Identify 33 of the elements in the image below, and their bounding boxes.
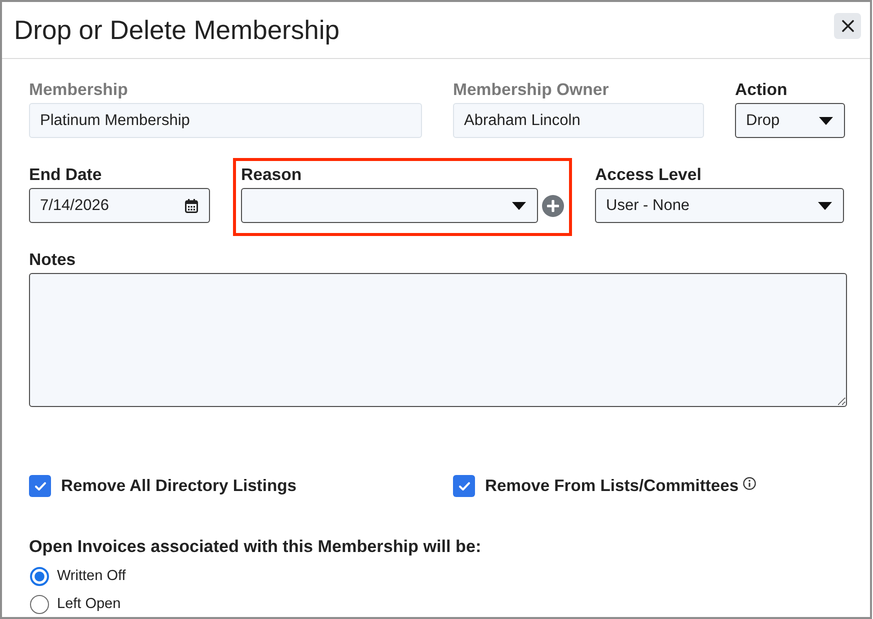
field-label: Action [735, 80, 788, 100]
checkbox[interactable] [453, 475, 475, 497]
field-label: Membership [29, 80, 128, 100]
info-icon[interactable] [742, 477, 756, 490]
dialog-title: Drop or Delete Membership [14, 15, 340, 45]
dropdown-field[interactable]: Drop [735, 103, 845, 138]
check-icon [458, 482, 470, 490]
check-icon [34, 482, 46, 490]
radio-label: Written Off [57, 568, 126, 584]
field-label: Membership Owner [453, 80, 609, 100]
caret-icon [512, 202, 526, 210]
date-field[interactable]: 7/14/2026 [29, 188, 210, 223]
checkbox[interactable] [29, 475, 51, 497]
field-label: Notes [29, 250, 76, 270]
field-label: Reason [241, 165, 302, 185]
close-icon [842, 20, 854, 32]
radio-button[interactable] [30, 594, 49, 614]
checkbox-label: Remove From Lists/Committees [485, 476, 739, 496]
notes-field[interactable] [29, 273, 847, 407]
dropdown-field[interactable] [241, 188, 538, 223]
caret-icon [818, 202, 832, 210]
add-button[interactable] [542, 194, 564, 216]
field-label: Access Level [595, 165, 702, 185]
radio-label: Left Open [57, 596, 121, 612]
close-button[interactable] [834, 13, 861, 39]
invoices-prompt: Open Invoices associated with this Membership will be: [29, 537, 482, 557]
checkbox-label: Remove All Directory Listings [61, 476, 296, 496]
plus-icon [547, 200, 559, 212]
caret-icon [819, 116, 833, 124]
radio-button[interactable] [30, 566, 49, 586]
field-label: End Date [29, 165, 102, 185]
calendar-icon [185, 198, 198, 212]
dropdown-field[interactable]: User - None [595, 188, 844, 223]
